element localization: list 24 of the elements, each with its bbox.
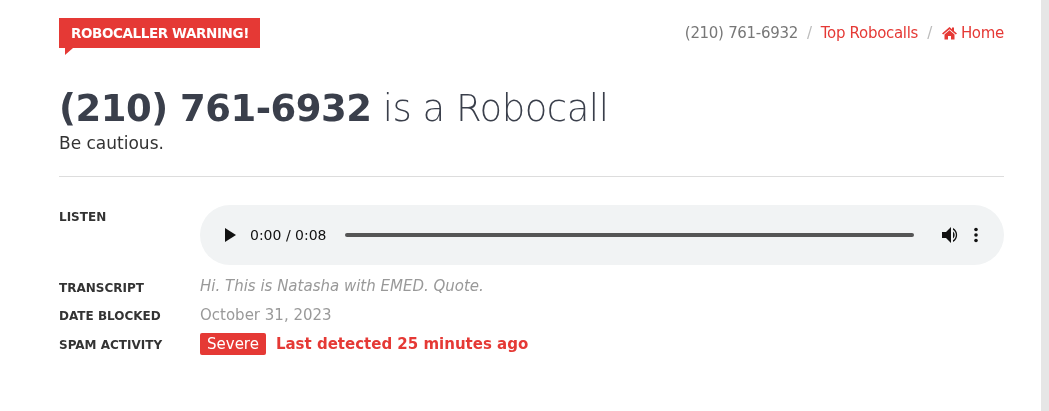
- audio-player[interactable]: 0:00 / 0:08: [200, 205, 1004, 265]
- severity-tag: Severe: [200, 333, 266, 355]
- last-detected-text: Last detected 25 minutes ago: [275, 335, 529, 353]
- more-icon[interactable]: [974, 227, 978, 243]
- volume-icon[interactable]: [942, 227, 960, 243]
- badge-tail: [65, 48, 73, 55]
- home-icon: [940, 26, 958, 40]
- subtitle: Be cautious.: [59, 133, 165, 153]
- transcript-text: Hi. This is Natasha with EMED. Quote.: [200, 277, 484, 295]
- detail-label: DATE BLOCKED: [59, 308, 162, 323]
- scrollbar[interactable]: [1041, 0, 1049, 411]
- breadcrumb-link[interactable]: Top Robocalls: [820, 24, 919, 42]
- breadcrumb-current: (210) 761-6932: [684, 24, 798, 42]
- home-link[interactable]: Home: [940, 24, 1004, 42]
- breadcrumb-separator: /: [806, 24, 812, 42]
- warning-badge: ROBOCALLER WARNING!: [59, 18, 260, 48]
- breadcrumb-separator: /: [927, 24, 932, 42]
- detail-label: LISTEN: [59, 209, 108, 224]
- detail-label: SPAM ACTIVITY: [59, 337, 164, 352]
- page-heading: (210) 761-6932 is a Robocall: [59, 87, 610, 131]
- play-icon[interactable]: [224, 228, 236, 242]
- audio-time: 0:00 / 0:08: [250, 227, 327, 243]
- date-text: October 31, 2023: [200, 306, 332, 324]
- detail-label: TRANSCRIPT: [59, 280, 145, 295]
